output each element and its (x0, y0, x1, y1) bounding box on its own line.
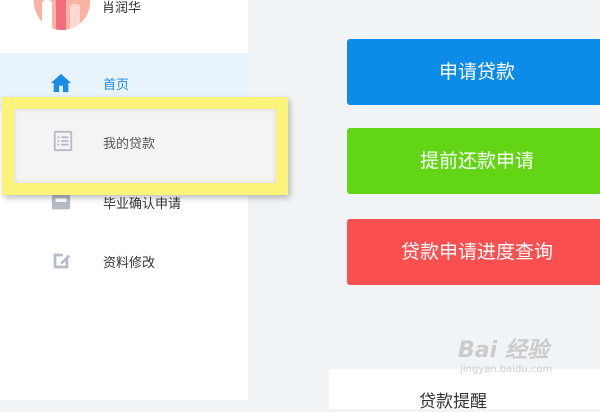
sidebar-item-label: 首页 (103, 78, 130, 93)
watermark: Bai 经验 jingyan.baidu.com (448, 330, 568, 382)
apply-loan-button[interactable]: 申请贷款 (347, 39, 600, 105)
sidebar: 肖润华 首页 毕业确认申请 资料修改 (0, 0, 248, 400)
user-name: 肖润华 (102, 1, 142, 16)
loan-progress-button[interactable]: 贷款申请进度查询 (347, 219, 600, 285)
home-icon (50, 73, 72, 93)
list-icon (53, 130, 73, 152)
early-repayment-button[interactable]: 提前还款申请 (347, 128, 600, 194)
sidebar-item-label: 资料修改 (103, 256, 156, 271)
sidebar-item-label: 毕业确认申请 (103, 197, 182, 212)
sidebar-item-label: 我的贷款 (103, 137, 156, 152)
sidebar-item-profile-edit[interactable]: 资料修改 (0, 231, 248, 289)
avatar[interactable] (34, 0, 90, 30)
watermark-logo: Bai 经验 (458, 338, 549, 363)
watermark-url: jingyan.baidu.com (460, 364, 553, 375)
sidebar-item-my-loans[interactable]: 我的贷款 (2, 97, 288, 195)
edit-icon (53, 253, 71, 269)
